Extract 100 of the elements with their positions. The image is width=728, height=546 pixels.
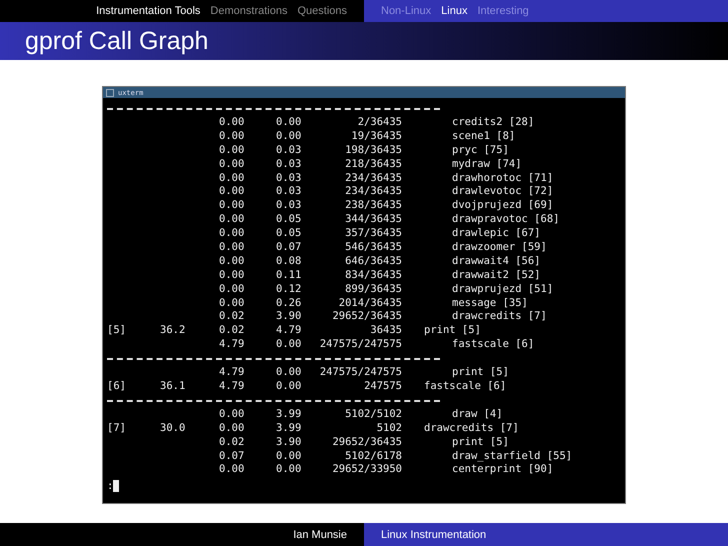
- called-count-cell: 5102: [376, 422, 402, 436]
- children-time-cell: 0.03: [276, 199, 302, 214]
- self-time-cell: 0.00: [219, 199, 244, 214]
- section-link[interactable]: Instrumentation Tools: [96, 5, 200, 17]
- window-menu-icon[interactable]: [106, 88, 114, 96]
- function-name-cell: drawprujezd [51]: [452, 282, 554, 297]
- self-time-cell: 0.07: [219, 450, 244, 464]
- children-time-cell: 0.00: [276, 366, 302, 380]
- children-time-cell: 0.12: [276, 282, 302, 297]
- function-name-cell: fastscale [6]: [452, 338, 534, 352]
- subsection-link[interactable]: Non-Linux: [381, 5, 432, 17]
- children-time-cell: 3.90: [276, 310, 302, 324]
- function-name-cell: pryc [75]: [452, 144, 509, 158]
- children-time-cell: 0.03: [276, 144, 302, 158]
- self-time-cell: 0.00: [219, 227, 244, 242]
- children-time-cell: 0.11: [276, 268, 302, 283]
- percent-cell: 30.0: [160, 422, 186, 436]
- percent-cell: 36.1: [160, 380, 186, 394]
- percent-cell: 36.2: [160, 324, 186, 338]
- author-name: Ian Munsie: [293, 528, 347, 540]
- called-count-cell: 29652/36435: [332, 436, 402, 450]
- self-time-cell: 0.00: [219, 408, 244, 422]
- children-time-cell: 0.05: [276, 213, 302, 228]
- self-time-cell: 0.00: [219, 282, 244, 297]
- called-count-cell: 899/36435: [345, 282, 402, 297]
- called-count-cell: 834/36435: [345, 268, 402, 283]
- self-time-cell: 0.00: [219, 296, 244, 310]
- called-count-cell: 247575/247575: [320, 338, 402, 352]
- children-time-cell: 0.03: [276, 158, 302, 172]
- self-time-cell: 0.00: [219, 185, 244, 200]
- self-time-cell: 0.02: [219, 324, 244, 338]
- children-time-cell: 0.03: [276, 172, 302, 186]
- text-cursor: [113, 480, 120, 492]
- function-name-cell: fastscale [6]: [424, 380, 506, 394]
- subsection-link[interactable]: Linux: [441, 5, 468, 17]
- self-time-cell: 0.00: [219, 158, 244, 172]
- function-name-cell: drawzoomer [59]: [452, 241, 547, 255]
- called-count-cell: 2014/36435: [338, 296, 402, 310]
- called-count-cell: 247575: [364, 380, 402, 394]
- children-time-cell: 3.99: [276, 422, 302, 436]
- function-name-cell: print [5]: [424, 324, 481, 338]
- pager-prompt: :: [107, 480, 114, 492]
- children-time-cell: 3.90: [276, 436, 302, 450]
- called-count-cell: 357/36435: [345, 227, 402, 242]
- children-time-cell: 0.00: [276, 338, 302, 352]
- self-time-cell: 0.00: [219, 116, 244, 130]
- called-count-cell: 218/36435: [345, 158, 402, 172]
- function-name-cell: drawcredits [7]: [452, 310, 547, 324]
- index-cell: [7]: [107, 422, 126, 436]
- self-time-cell: 4.79: [219, 338, 244, 352]
- subsection-link[interactable]: Interesting: [477, 5, 529, 17]
- children-time-cell: 4.79: [276, 324, 302, 338]
- children-time-cell: 0.26: [276, 296, 302, 310]
- index-cell: [5]: [107, 324, 126, 338]
- called-count-cell: 29652/36435: [332, 310, 402, 324]
- called-count-cell: 5102/6178: [345, 450, 402, 464]
- short-title: Linux Instrumentation: [381, 528, 486, 540]
- children-time-cell: 0.00: [276, 130, 302, 144]
- self-time-cell: 4.79: [219, 366, 244, 380]
- function-name-cell: message [35]: [452, 296, 528, 310]
- called-count-cell: 2/36435: [358, 116, 402, 130]
- function-name-cell: centerprint [90]: [452, 463, 554, 478]
- function-name-cell: drawlevotoc [72]: [452, 185, 554, 200]
- section-link[interactable]: Questions: [297, 5, 347, 17]
- called-count-cell: 19/36435: [351, 130, 402, 144]
- function-name-cell: drawpravotoc [68]: [452, 213, 560, 228]
- function-name-cell: drawwait4 [56]: [452, 254, 541, 269]
- function-name-cell: drawwait2 [52]: [452, 268, 541, 283]
- self-time-cell: 0.00: [219, 422, 244, 436]
- children-time-cell: 0.00: [276, 463, 302, 478]
- called-count-cell: 646/36435: [345, 254, 402, 269]
- self-time-cell: 0.00: [219, 130, 244, 144]
- called-count-cell: 36435: [370, 324, 402, 338]
- self-time-cell: 0.00: [219, 254, 244, 269]
- function-name-cell: drawhorotoc [71]: [452, 172, 554, 186]
- called-count-cell: 247575/247575: [320, 366, 402, 380]
- self-time-cell: 0.00: [219, 213, 244, 228]
- function-name-cell: draw_starfield [55]: [452, 450, 572, 464]
- children-time-cell: 0.00: [276, 116, 302, 130]
- function-name-cell: credits2 [28]: [452, 116, 534, 130]
- section-link[interactable]: Demonstrations: [210, 5, 288, 17]
- function-name-cell: drawlepic [67]: [452, 227, 541, 242]
- children-time-cell: 0.03: [276, 185, 302, 200]
- called-count-cell: 238/36435: [345, 199, 402, 214]
- called-count-cell: 29652/33950: [332, 463, 402, 478]
- children-time-cell: 3.99: [276, 408, 302, 422]
- called-count-cell: 5102/5102: [345, 408, 402, 422]
- index-cell: [6]: [107, 380, 126, 394]
- slide-title: gprof Call Graph: [25, 26, 208, 56]
- children-time-cell: 0.00: [276, 450, 302, 464]
- self-time-cell: 0.00: [219, 241, 244, 255]
- self-time-cell: 0.00: [219, 172, 244, 186]
- called-count-cell: 234/36435: [345, 172, 402, 186]
- children-time-cell: 0.08: [276, 254, 302, 269]
- children-time-cell: 0.07: [276, 241, 302, 255]
- self-time-cell: 0.00: [219, 268, 244, 283]
- self-time-cell: 0.00: [219, 144, 244, 158]
- function-name-cell: draw [4]: [452, 408, 503, 422]
- function-name-cell: print [5]: [452, 366, 509, 380]
- self-time-cell: 0.02: [219, 436, 244, 450]
